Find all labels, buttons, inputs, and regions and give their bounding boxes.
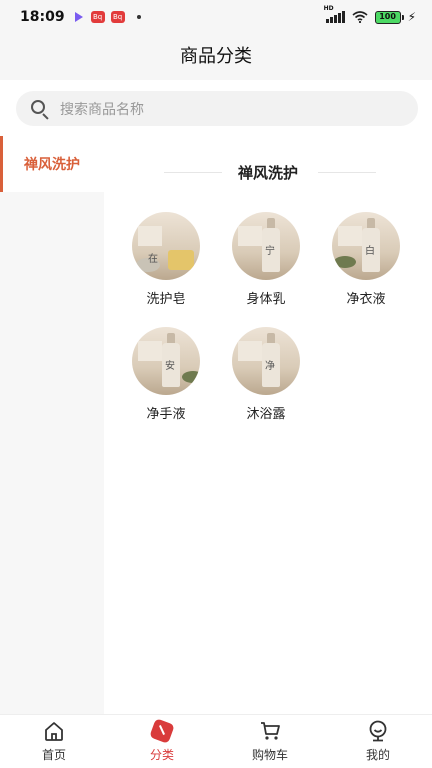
wifi-icon bbox=[352, 11, 368, 23]
tab-label: 首页 bbox=[41, 748, 66, 762]
tab-label: 购物车 bbox=[251, 748, 288, 762]
page-title: 商品分类 bbox=[180, 46, 252, 67]
product-label: 净衣液 bbox=[346, 292, 386, 307]
app-notification-icon-2: Bq bbox=[110, 11, 125, 23]
charging-icon: ⚡ bbox=[407, 10, 416, 24]
tab-label: 我的 bbox=[365, 748, 390, 762]
product-image-glyph: 净 bbox=[265, 361, 275, 372]
product-image: 在 bbox=[132, 212, 200, 280]
product-image-glyph: 宁 bbox=[265, 246, 275, 257]
title-divider-left bbox=[164, 172, 222, 173]
product-image-glyph: 安 bbox=[165, 361, 175, 372]
product-image-glyph: 在 bbox=[148, 254, 158, 265]
app-notification-icon: Bq bbox=[90, 11, 105, 23]
tab-category[interactable]: 分类 bbox=[108, 715, 216, 768]
sidebar-item-zen-care[interactable]: 禅风洗护 bbox=[0, 136, 104, 192]
tab-label: 分类 bbox=[149, 748, 174, 762]
section-title-text: 禅风洗护 bbox=[237, 164, 298, 182]
product-item-shower-gel[interactable]: 净 沐浴露 bbox=[226, 327, 306, 422]
bottom-tab-bar: 首页 分类 购物车 我的 bbox=[0, 714, 432, 768]
tab-profile[interactable]: 我的 bbox=[324, 715, 432, 768]
category-sidebar: 禅风洗护 bbox=[0, 136, 104, 714]
tab-cart[interactable]: 购物车 bbox=[216, 715, 324, 768]
battery-icon: 100 bbox=[374, 10, 404, 24]
search-placeholder: 搜索商品名称 bbox=[60, 101, 144, 118]
product-image: 安 bbox=[132, 327, 200, 395]
product-label: 身体乳 bbox=[246, 292, 286, 307]
network-type: HD bbox=[323, 5, 334, 12]
product-label: 净手液 bbox=[146, 407, 186, 422]
search-input[interactable]: 搜索商品名称 bbox=[16, 91, 418, 126]
sidebar-item-label: 禅风洗护 bbox=[24, 157, 80, 173]
product-item-soap[interactable]: 在 洗护皂 bbox=[126, 212, 206, 307]
product-image: 净 bbox=[232, 327, 300, 395]
home-icon bbox=[43, 720, 65, 742]
status-bar: 18:09 Bq Bq HD 100 ⚡ bbox=[0, 0, 432, 34]
category-content: 禅风洗护 在 洗护皂 宁 身体乳 白 净衣液 安 净手液 净 沐浴露 bbox=[104, 136, 432, 714]
product-image: 宁 bbox=[232, 212, 300, 280]
product-item-hand-wash[interactable]: 安 净手液 bbox=[126, 327, 206, 422]
search-bar-container: 搜索商品名称 bbox=[0, 80, 432, 136]
cart-icon bbox=[259, 720, 281, 742]
profile-icon bbox=[367, 720, 389, 742]
product-image: 白 bbox=[332, 212, 400, 280]
play-store-icon bbox=[74, 12, 83, 22]
product-image-glyph: 白 bbox=[365, 246, 375, 257]
product-label: 洗护皂 bbox=[146, 292, 186, 307]
search-icon bbox=[30, 99, 50, 120]
section-title: 禅风洗护 bbox=[104, 162, 432, 183]
product-item-body-lotion[interactable]: 宁 身体乳 bbox=[226, 212, 306, 307]
product-label: 沐浴露 bbox=[246, 407, 286, 422]
product-item-laundry-liquid[interactable]: 白 净衣液 bbox=[326, 212, 406, 307]
category-icon bbox=[149, 718, 175, 744]
tab-home[interactable]: 首页 bbox=[0, 715, 108, 768]
signal-icon: HD bbox=[324, 5, 345, 23]
more-notifications-dot bbox=[136, 15, 141, 19]
title-divider-right bbox=[318, 172, 376, 173]
status-time: 18:09 bbox=[20, 9, 65, 25]
